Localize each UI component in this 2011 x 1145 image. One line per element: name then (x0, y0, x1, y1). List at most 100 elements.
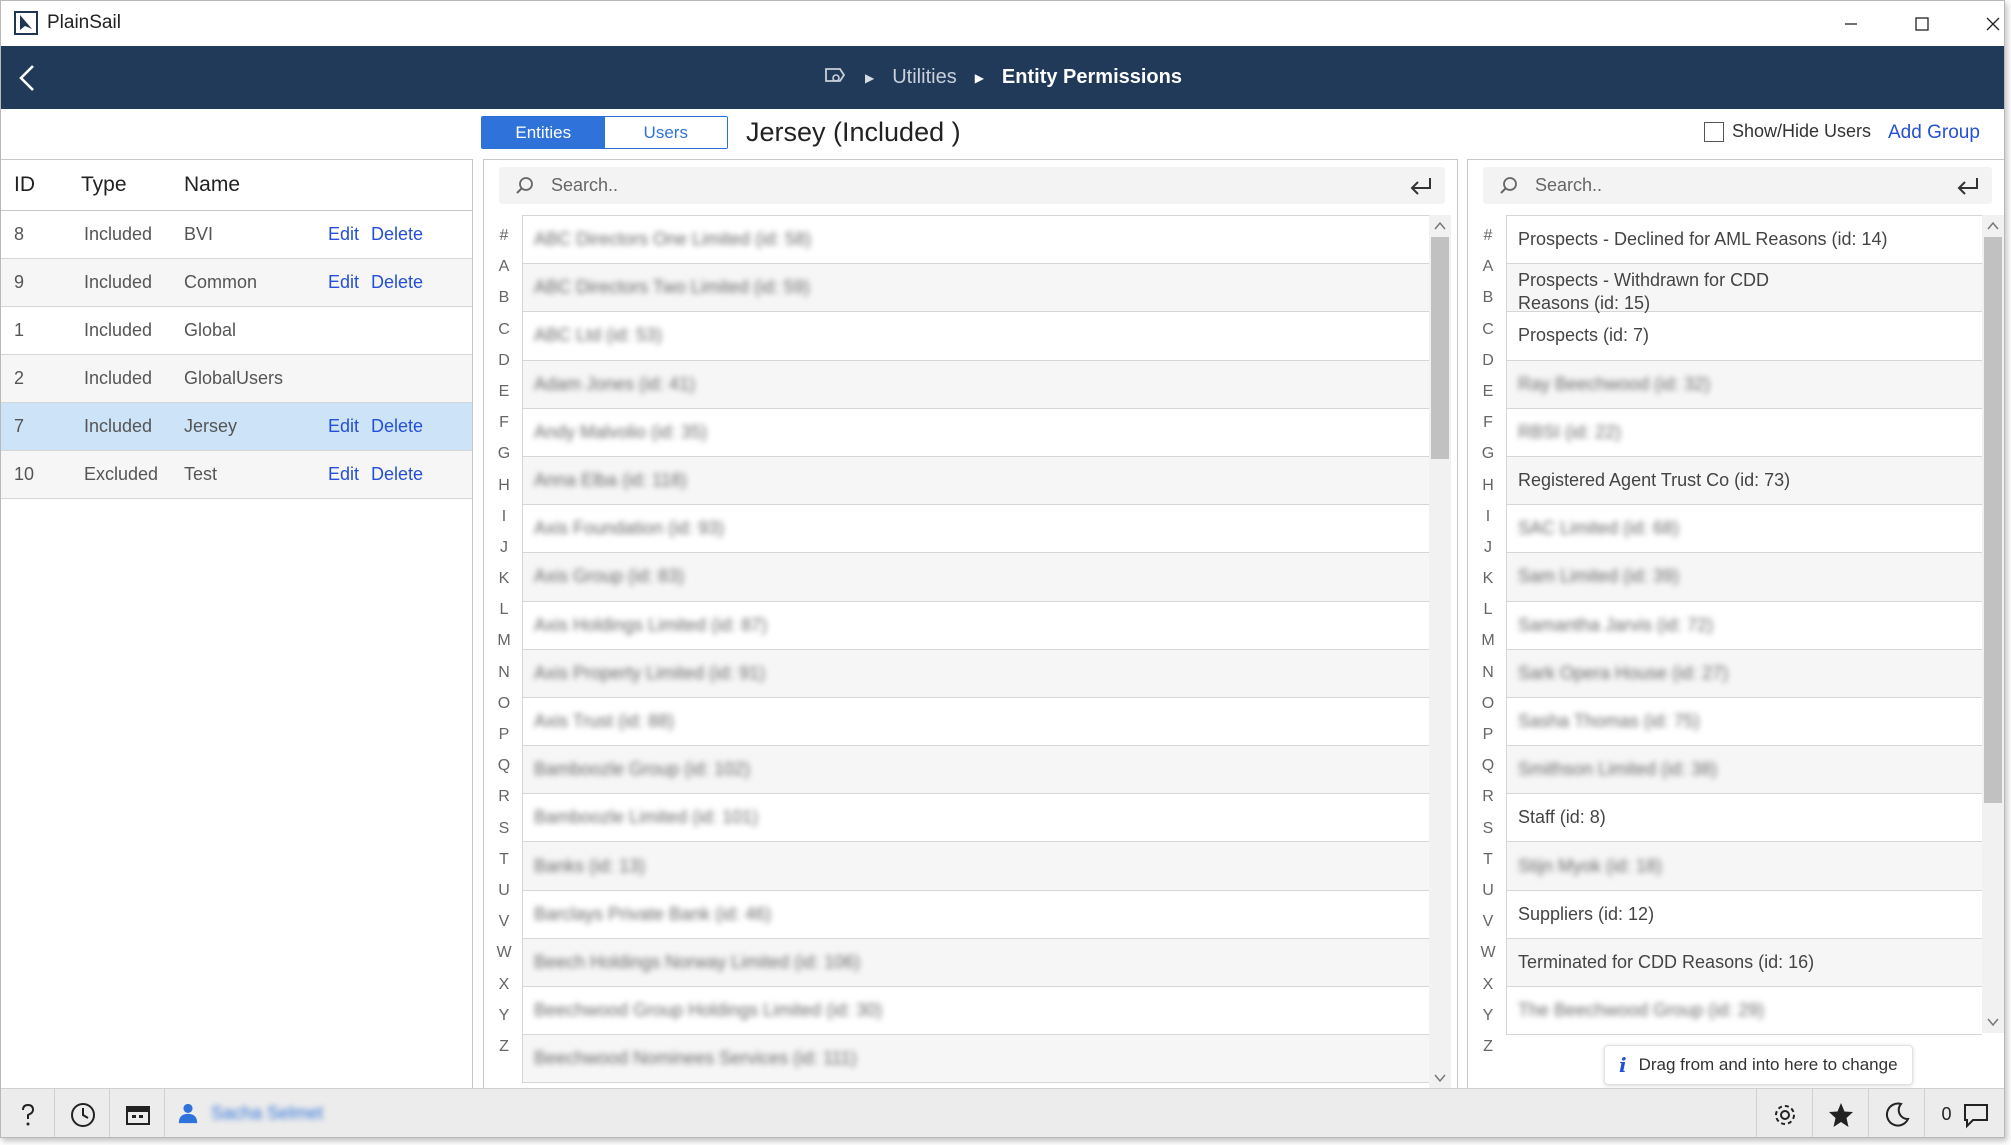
alphabet-letter[interactable]: P (484, 719, 524, 750)
alphabet-letter[interactable]: F (1468, 407, 1508, 438)
current-user[interactable]: Sacha Selmet (177, 1102, 323, 1124)
alphabet-letter[interactable]: I (1468, 501, 1508, 532)
edit-group-link[interactable]: Edit (328, 464, 359, 485)
alphabet-letter[interactable]: R (484, 781, 524, 812)
edit-group-link[interactable]: Edit (328, 224, 359, 245)
alphabet-letter[interactable]: T (1468, 844, 1508, 875)
alphabet-letter[interactable]: G (1468, 438, 1508, 469)
current-user-name[interactable]: Sacha Selmet (211, 1103, 323, 1124)
alphabet-letter[interactable]: B (484, 282, 524, 313)
alphabet-letter[interactable]: Z (1468, 1031, 1508, 1062)
alphabet-letter[interactable]: U (1468, 875, 1508, 906)
favorites-button[interactable] (1812, 1089, 1868, 1137)
assigned-entity-item[interactable]: Sam Limited (id: 39) (1506, 553, 1982, 602)
assigned-entity-item[interactable]: Smithson Limited (id: 38) (1506, 746, 1982, 795)
help-button[interactable] (1, 1089, 55, 1137)
alphabet-letter[interactable]: Q (1468, 750, 1508, 781)
alphabet-letter[interactable]: E (484, 376, 524, 407)
alphabet-letter[interactable]: G (484, 438, 524, 469)
dark-mode-button[interactable] (1868, 1089, 1924, 1137)
alphabet-letter[interactable]: U (484, 875, 524, 906)
edit-group-link[interactable]: Edit (328, 416, 359, 437)
available-entity-item[interactable]: Anna Elba (id: 118) (522, 456, 1429, 506)
assigned-entity-item[interactable]: Ray Beechwood (id: 32) (1506, 360, 1982, 409)
column-header-type[interactable]: Type (67, 173, 184, 197)
enter-icon[interactable] (1956, 176, 1980, 196)
scroll-down-icon[interactable] (1986, 1015, 2000, 1029)
assigned-scrollbar[interactable] (1982, 215, 2004, 1033)
alphabet-letter[interactable]: O (1468, 688, 1508, 719)
messages-button[interactable]: 0 (1924, 1089, 2004, 1137)
scroll-up-icon[interactable] (1986, 219, 2000, 233)
minimize-button[interactable] (1816, 1, 1886, 46)
alphabet-letter[interactable]: M (1468, 625, 1508, 656)
alphabet-letter[interactable]: J (484, 532, 524, 563)
alphabet-letter[interactable]: S (484, 813, 524, 844)
alphabet-letter[interactable]: Y (1468, 1000, 1508, 1031)
available-entity-item[interactable]: Adam Jones (id: 41) (522, 360, 1429, 409)
edit-group-link[interactable]: Edit (328, 272, 359, 293)
available-entity-item[interactable]: Axis Trust (id: 88) (522, 697, 1429, 747)
group-row[interactable]: 8 Included BVI Edit Delete (1, 211, 472, 259)
alphabet-letter[interactable]: V (1468, 906, 1508, 937)
group-row[interactable]: 10 Excluded Test Edit Delete (1, 451, 472, 499)
alphabet-letter[interactable]: L (1468, 594, 1508, 625)
alphabet-letter[interactable]: J (1468, 532, 1508, 563)
assigned-entity-item[interactable]: Sasha Thomas (id: 75) (1506, 697, 1982, 747)
assigned-entity-item[interactable]: Staff (id: 8) (1506, 794, 1982, 843)
available-entity-item[interactable]: ABC Directors Two Limited (id: 59) (522, 264, 1429, 313)
alphabet-letter[interactable]: H (1468, 470, 1508, 501)
alphabet-letter[interactable]: # (1468, 220, 1508, 251)
assigned-search-box[interactable]: Search.. (1483, 167, 1992, 204)
settings-button[interactable] (1756, 1089, 1812, 1137)
home-icon[interactable] (823, 64, 847, 92)
alphabet-letter[interactable]: O (484, 688, 524, 719)
assigned-entity-item[interactable]: Prospects - Withdrawn for CDD Reasons (i… (1506, 264, 1982, 313)
alphabet-letter[interactable]: C (1468, 314, 1508, 345)
alphabet-letter[interactable]: R (1468, 781, 1508, 812)
alphabet-letter[interactable]: W (484, 937, 524, 968)
available-entity-item[interactable]: Bamboozle Group (id: 102) (522, 746, 1429, 795)
available-scrollbar-thumb[interactable] (1431, 237, 1449, 459)
alphabet-letter[interactable]: Q (484, 750, 524, 781)
assigned-scrollbar-thumb[interactable] (1984, 237, 2002, 803)
group-row[interactable]: 2 Included GlobalUsers (1, 355, 472, 403)
group-row[interactable]: 1 Included Global (1, 307, 472, 355)
available-entity-item[interactable]: ABC Ltd (id: 53) (522, 312, 1429, 361)
close-window-button[interactable] (1958, 1, 2004, 46)
alphabet-letter[interactable]: X (1468, 969, 1508, 1000)
maximize-button[interactable] (1887, 1, 1957, 46)
available-entity-item[interactable]: Beech Holdings Norway Limited (id: 106) (522, 938, 1429, 987)
available-entity-item[interactable]: ABC Directors One Limited (id: 58) (522, 216, 1429, 265)
alphabet-letter[interactable]: S (1468, 813, 1508, 844)
available-entity-item[interactable]: Andy Malvolio (id: 35) (522, 408, 1429, 457)
breadcrumb-utilities[interactable]: Utilities (892, 66, 956, 89)
assigned-entity-item[interactable]: Sark Opera House (id: 27) (1506, 649, 1982, 698)
available-entity-item[interactable]: Axis Foundation (id: 93) (522, 505, 1429, 554)
assigned-entity-item[interactable]: Prospects - Declined for AML Reasons (id… (1506, 216, 1982, 265)
alphabet-letter[interactable]: D (484, 345, 524, 376)
assigned-entity-item[interactable]: Registered Agent Trust Co (id: 73) (1506, 456, 1982, 506)
alphabet-letter[interactable]: X (484, 969, 524, 1000)
alphabet-letter[interactable]: T (484, 844, 524, 875)
alphabet-letter[interactable]: A (484, 251, 524, 282)
assigned-entity-item[interactable]: Terminated for CDD Reasons (id: 16) (1506, 938, 1982, 987)
show-hide-users-toggle[interactable]: Show/Hide Users (1704, 121, 1871, 142)
delete-group-link[interactable]: Delete (371, 464, 423, 485)
calendar-button[interactable] (111, 1089, 165, 1137)
alphabet-letter[interactable]: B (1468, 282, 1508, 313)
assigned-entity-item[interactable]: SAC Limited (id: 68) (1506, 505, 1982, 554)
alphabet-letter[interactable]: N (1468, 657, 1508, 688)
delete-group-link[interactable]: Delete (371, 272, 423, 293)
alphabet-letter[interactable]: C (484, 314, 524, 345)
scroll-up-icon[interactable] (1433, 219, 1447, 233)
tab-users[interactable]: Users (604, 117, 727, 148)
assigned-entity-item[interactable]: The Beechwood Group (id: 29) (1506, 987, 1982, 1036)
alphabet-letter[interactable]: # (484, 220, 524, 251)
assigned-entity-item[interactable]: Suppliers (id: 12) (1506, 890, 1982, 939)
alphabet-letter[interactable]: F (484, 407, 524, 438)
add-group-button[interactable]: Add Group (1888, 122, 1980, 144)
show-hide-users-checkbox[interactable] (1704, 121, 1724, 142)
available-entity-item[interactable]: Barclays Private Bank (id: 46) (522, 890, 1429, 939)
alphabet-letter[interactable]: Z (484, 1031, 524, 1062)
